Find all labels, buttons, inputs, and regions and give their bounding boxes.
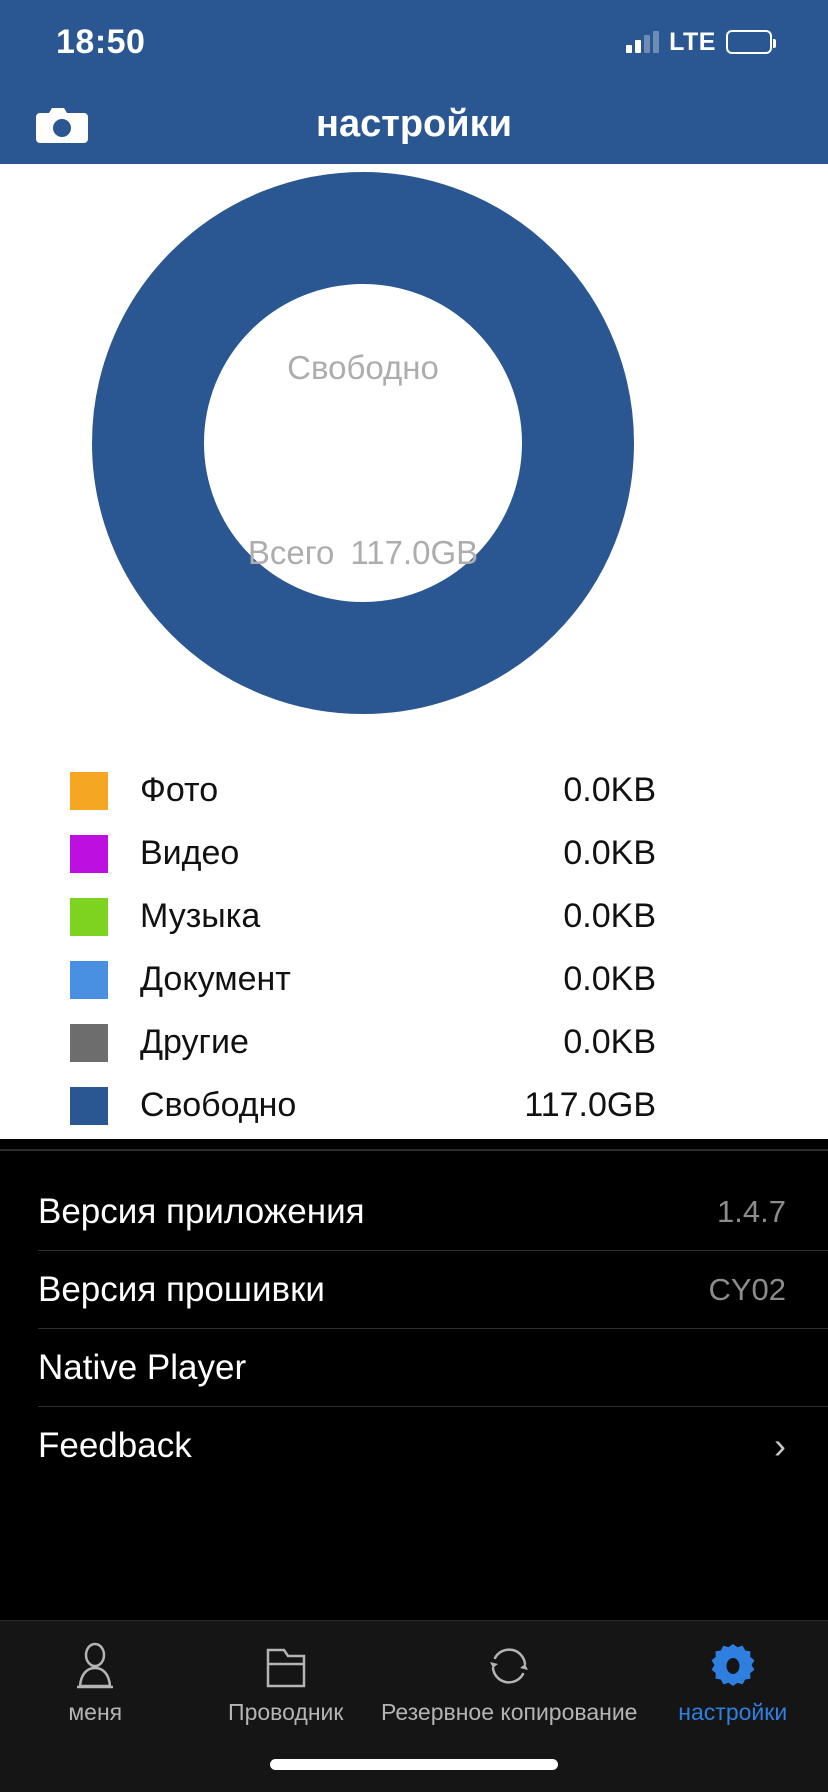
legend-swatch xyxy=(70,1023,108,1062)
storage-donut-chart: Свободно Всего 117.0GB xyxy=(0,164,828,749)
page-title: настройки xyxy=(316,102,512,145)
legend-label: Свободно xyxy=(140,1086,297,1124)
storage-legend: Фото 0.0KB Видео 0.0KB Музыка 0.0KB Доку… xyxy=(0,759,828,1137)
donut-center-total: Всего 117.0GB xyxy=(92,534,634,572)
list-item[interactable]: Свободно 117.0GB xyxy=(0,1074,828,1137)
tab-explorer[interactable]: Проводник xyxy=(191,1621,382,1726)
legend-swatch xyxy=(70,1086,108,1125)
legend-label: Музыка xyxy=(140,897,261,935)
legend-value: 0.0KB xyxy=(563,1023,656,1061)
settings-row-label: Версия приложения xyxy=(38,1191,365,1231)
storage-section: Свободно Всего 117.0GB Фото 0.0KB Видео 0… xyxy=(0,164,828,1139)
folder-icon xyxy=(260,1637,312,1695)
status-bar-clock: 18:50 xyxy=(56,22,146,61)
settings-row-app-version[interactable]: Версия приложения 1.4.7 xyxy=(0,1173,828,1250)
battery-icon xyxy=(726,30,776,54)
tab-bar: меня Проводник Резервное копирование нас… xyxy=(0,1620,828,1792)
list-item[interactable]: Видео 0.0KB xyxy=(0,822,828,885)
tab-label: настройки xyxy=(678,1699,788,1725)
donut-ring xyxy=(92,172,634,714)
legend-label: Фото xyxy=(140,771,219,809)
chevron-right-icon: › xyxy=(774,1424,786,1466)
list-item[interactable]: Музыка 0.0KB xyxy=(0,885,828,948)
legend-swatch xyxy=(70,897,108,936)
tab-me[interactable]: меня xyxy=(0,1621,191,1726)
legend-value: 0.0KB xyxy=(563,834,656,872)
divider xyxy=(0,1149,828,1151)
status-bar-indicators: LTE xyxy=(626,27,776,57)
tab-label: меня xyxy=(68,1699,123,1725)
sync-icon xyxy=(481,1637,537,1695)
nav-bar: настройки xyxy=(0,84,828,164)
settings-list: Версия приложения 1.4.7 Версия прошивки … xyxy=(0,1139,828,1620)
gear-icon xyxy=(707,1637,759,1695)
settings-row-native-player[interactable]: Native Player xyxy=(0,1329,828,1406)
legend-label: Видео xyxy=(140,834,240,872)
settings-row-label: Native Player xyxy=(38,1347,247,1387)
list-item[interactable]: Документ 0.0KB xyxy=(0,948,828,1011)
app-screen: 18:50 LTE настройки Свободно Всего 117.0… xyxy=(0,0,828,1792)
legend-label: Документ xyxy=(140,960,291,998)
list-item[interactable]: Фото 0.0KB xyxy=(0,759,828,822)
network-type-label: LTE xyxy=(669,27,716,56)
legend-value: 0.0KB xyxy=(563,897,656,935)
settings-row-label: Версия прошивки xyxy=(38,1269,325,1309)
legend-value: 0.0KB xyxy=(563,771,656,809)
settings-row-firmware-version[interactable]: Версия прошивки CY02 xyxy=(0,1251,828,1328)
legend-value: 117.0GB xyxy=(524,1086,656,1124)
legend-label: Другие xyxy=(140,1023,249,1061)
donut-center-free-label: Свободно xyxy=(287,349,439,386)
cellular-signal-icon xyxy=(626,31,660,53)
settings-row-value: CY02 xyxy=(708,1271,786,1307)
list-item[interactable]: Другие 0.0KB xyxy=(0,1011,828,1074)
home-indicator xyxy=(270,1759,558,1770)
legend-swatch xyxy=(70,960,108,999)
tab-settings[interactable]: настройки xyxy=(637,1621,828,1726)
donut-center-total-value: 117.0GB xyxy=(350,534,479,571)
settings-row-feedback[interactable]: Feedback › xyxy=(0,1407,828,1484)
person-icon xyxy=(69,1637,121,1695)
tab-label: Проводник xyxy=(228,1699,344,1725)
legend-value: 0.0KB xyxy=(563,960,656,998)
settings-row-value: 1.4.7 xyxy=(717,1193,786,1229)
donut-center-total-label: Всего xyxy=(247,534,335,571)
tab-label: Резервное копирование xyxy=(381,1699,638,1725)
tab-backup[interactable]: Резервное копирование xyxy=(381,1621,637,1726)
legend-swatch xyxy=(70,771,108,810)
status-bar: 18:50 LTE xyxy=(0,0,828,84)
legend-swatch xyxy=(70,834,108,873)
settings-row-label: Feedback xyxy=(38,1425,192,1465)
